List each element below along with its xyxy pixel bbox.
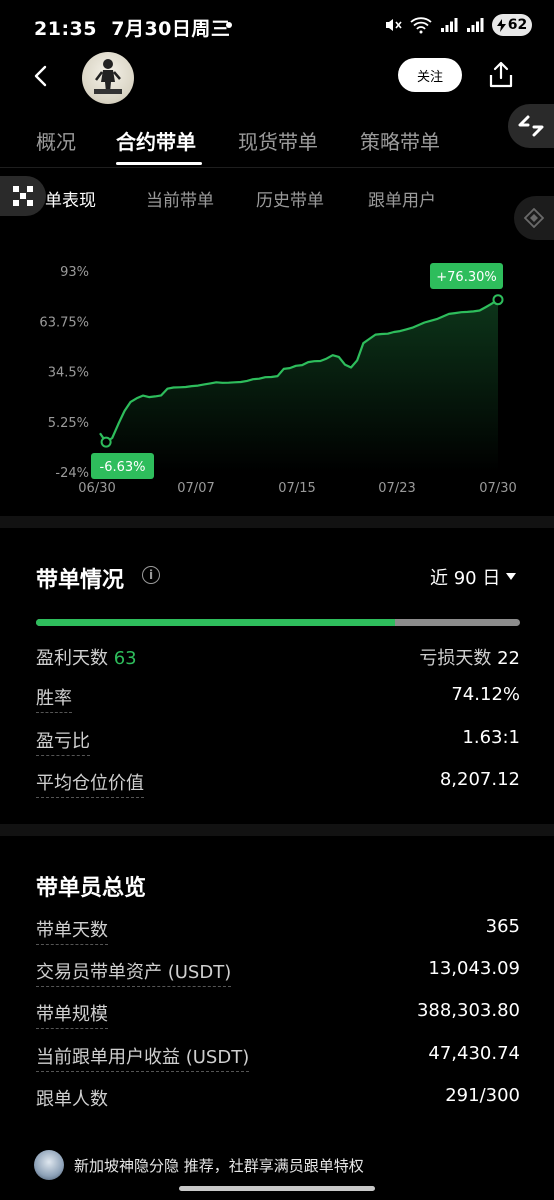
home-indicator[interactable] [179,1186,375,1191]
win-rate-row: 胜率 74.12% [36,684,520,713]
period-selector[interactable]: 近 90 日 [430,564,517,590]
avg-position-row: 平均仓位价值 8,207.12 [36,769,520,798]
profit-days: 盈利天数 63 [36,648,137,669]
overview-title: 带单员总览 [36,876,147,901]
pnl-ratio-label[interactable]: 盈亏比 [36,727,90,756]
avg-position-label[interactable]: 平均仓位价值 [36,769,144,798]
section-divider [0,824,554,836]
overview-row: 跟单人数 291/300 [36,1085,520,1113]
copy-scale-value: 388,303.80 [416,1000,520,1021]
subtab-followers[interactable]: 跟单用户 [368,186,436,211]
win-rate-value: 74.12% [451,684,520,705]
section-divider [0,516,554,528]
share-icon[interactable] [486,60,516,90]
loss-days: 亏损天数 22 [419,648,520,669]
overview-row: 带单天数 365 [36,916,520,945]
overview-row: 交易员带单资产 (USDT) 13,043.09 [36,958,520,987]
tab-contract-copy[interactable]: 合约带单 [116,126,196,155]
copy-days-value: 365 [485,916,520,937]
win-rate-label[interactable]: 胜率 [36,684,72,713]
avg-position-value: 8,207.12 [439,769,520,790]
battery-level: 62 [507,17,528,33]
pnl-ratio-value: 1.63:1 [462,727,520,748]
pnl-chart-svg: 93% 63.75% 34.5% 5.25% -24%06/30 07/07 07/15 07… [39,263,517,496]
performance-title: 带单情况 [36,568,125,593]
overview-row: 当前跟单用户收益 (USDT) 47,430.74 [36,1043,520,1072]
active-tab-indicator [116,162,202,165]
main-tabs: 概况 合约带单 现货带单 策略带单 [0,116,554,168]
info-icon[interactable]: i [142,566,160,584]
max-point [492,294,504,306]
pnl-ratio-row: 盈亏比 1.63:1 [36,727,520,756]
y-tick-label: -24% [55,466,89,481]
x-tick-label: 07/07 [177,481,214,496]
follower-count-value: 291/300 [445,1085,520,1106]
status-time: 21:35 7月30日周三 [34,18,231,40]
follower-count-label: 跟单人数 [36,1089,108,1110]
header: 关注 [0,52,554,104]
copy-scale-label[interactable]: 带单规模 [36,1000,108,1029]
tab-spot-copy[interactable]: 现货带单 [238,126,318,155]
y-tick-label: 93% [60,265,89,280]
days-row: 盈利天数 63 亏损天数 22 [36,644,520,672]
min-point [100,436,112,448]
signal-2-icon [467,18,484,32]
status-icons: 62 [384,14,532,36]
y-tick-label: 5.25% [48,416,89,431]
x-tick-label: 06/30 [78,481,115,496]
subtab-history-orders[interactable]: 历史带单 [256,186,324,211]
referral-text: 新加坡神隐分隐 推荐，社群享满员跟单特权 [74,1156,364,1175]
series-area [100,299,498,472]
caret-down-icon [506,573,517,580]
avatar-figure-icon [94,59,122,94]
x-tick-label: 07/15 [278,481,315,496]
battery-icon: 62 [492,14,532,36]
okx-logo-icon [13,186,33,206]
tab-overview[interactable]: 概况 [36,126,76,155]
mute-icon [386,19,402,31]
status-bar: 21:35 7月30日周三 62 [0,0,554,52]
win-ratio-fill [36,619,395,626]
follow-button[interactable]: 关注 [398,58,462,92]
follower-pnl-label[interactable]: 当前跟单用户收益 (USDT) [36,1043,250,1072]
max-value-label: +76.30% [436,270,496,285]
notification-dot [226,22,232,28]
period-label: 近 90 日 [430,568,501,589]
trader-assets-label[interactable]: 交易员带单资产 (USDT) [36,958,232,987]
x-tick-label: 07/23 [378,481,415,496]
overview-row: 带单规模 388,303.80 [36,1000,520,1029]
x-tick-label: 07/30 [479,481,516,496]
pnl-chart: 93% 63.75% 34.5% 5.25% -24% 06/30 07/07 07/15 07… [0,220,554,516]
y-tick-label: 34.5% [48,366,89,381]
trader-assets-value: 13,043.09 [428,958,520,979]
x-logo-button[interactable] [0,176,46,216]
sub-tabs: 带单表现 当前带单 历史带单 跟单用户 [0,176,554,220]
avatar[interactable] [82,52,134,104]
y-tick-label: 63.75% [39,315,89,330]
referrer-avatar [34,1150,64,1180]
wifi-icon [410,17,432,34]
tab-strategy-copy[interactable]: 策略带单 [360,126,440,155]
min-value-label: -6.63% [100,460,146,475]
win-loss-ratio-bar [36,619,520,626]
referral-footer[interactable]: 新加坡神隐分隐 推荐，社群享满员跟单特权 [34,1150,534,1180]
back-icon[interactable] [28,62,56,90]
copy-days-label[interactable]: 带单天数 [36,916,108,945]
subtab-current-orders[interactable]: 当前带单 [146,186,214,211]
follower-pnl-value: 47,430.74 [428,1043,520,1064]
signal-icon [441,18,458,32]
